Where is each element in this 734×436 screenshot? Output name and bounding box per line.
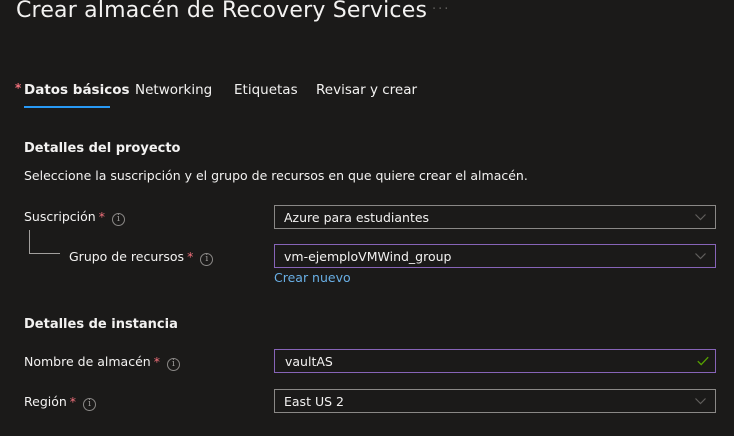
- resource-group-dropdown[interactable]: vm-ejemploVMWind_group: [274, 244, 716, 268]
- subscription-dropdown[interactable]: Azure para estudiantes: [274, 205, 716, 229]
- chevron-down-icon: [695, 398, 706, 405]
- checkmark-icon: [697, 356, 709, 366]
- more-options-icon[interactable]: ···: [432, 2, 450, 17]
- tab-datos-basicos[interactable]: * Datos básicos: [15, 81, 130, 98]
- subscription-value: Azure para estudiantes: [284, 210, 430, 225]
- subscription-label-text: Suscripción: [24, 209, 96, 224]
- subscription-label: Suscripción * i: [24, 209, 125, 226]
- region-value: East US 2: [284, 394, 344, 409]
- region-dropdown[interactable]: East US 2: [274, 389, 716, 413]
- create-new-link[interactable]: Crear nuevo: [274, 270, 351, 285]
- region-label-text: Región: [24, 394, 67, 409]
- tree-connector: [29, 253, 60, 254]
- region-label: Región * i: [24, 394, 97, 411]
- required-marker: *: [69, 394, 77, 409]
- required-marker: *: [15, 81, 22, 95]
- vault-name-label-text: Nombre de almacén: [24, 354, 151, 369]
- resource-group-label: Grupo de recursos * i: [69, 249, 214, 266]
- info-icon[interactable]: i: [111, 213, 125, 226]
- page-title: Crear almacén de Recovery Services: [16, 0, 428, 23]
- project-details-heading: Detalles del proyecto: [24, 141, 181, 156]
- vault-name-label: Nombre de almacén * i: [24, 354, 180, 371]
- instance-details-heading: Detalles de instancia: [24, 317, 178, 332]
- tab-etiquetas[interactable]: Etiquetas: [234, 82, 298, 98]
- tree-connector: [29, 230, 30, 254]
- tab-label: Datos básicos: [24, 82, 130, 98]
- required-marker: *: [98, 209, 105, 224]
- project-description: Seleccione la suscripción y el grupo de …: [24, 168, 528, 183]
- info-icon[interactable]: i: [83, 398, 97, 411]
- vault-name-value: vaultAS: [285, 354, 333, 369]
- required-marker: *: [187, 249, 194, 264]
- info-icon[interactable]: i: [200, 253, 214, 266]
- active-tab-indicator: [24, 106, 110, 108]
- required-marker: *: [153, 354, 160, 369]
- tab-revisar-y-crear[interactable]: Revisar y crear: [316, 82, 417, 98]
- resource-group-value: vm-ejemploVMWind_group: [284, 249, 452, 264]
- vault-name-input[interactable]: vaultAS: [274, 349, 716, 373]
- resource-group-label-text: Grupo de recursos: [69, 249, 185, 264]
- tab-networking[interactable]: Networking: [135, 82, 212, 98]
- chevron-down-icon: [695, 214, 706, 221]
- info-icon[interactable]: i: [166, 358, 180, 371]
- chevron-down-icon: [695, 253, 706, 260]
